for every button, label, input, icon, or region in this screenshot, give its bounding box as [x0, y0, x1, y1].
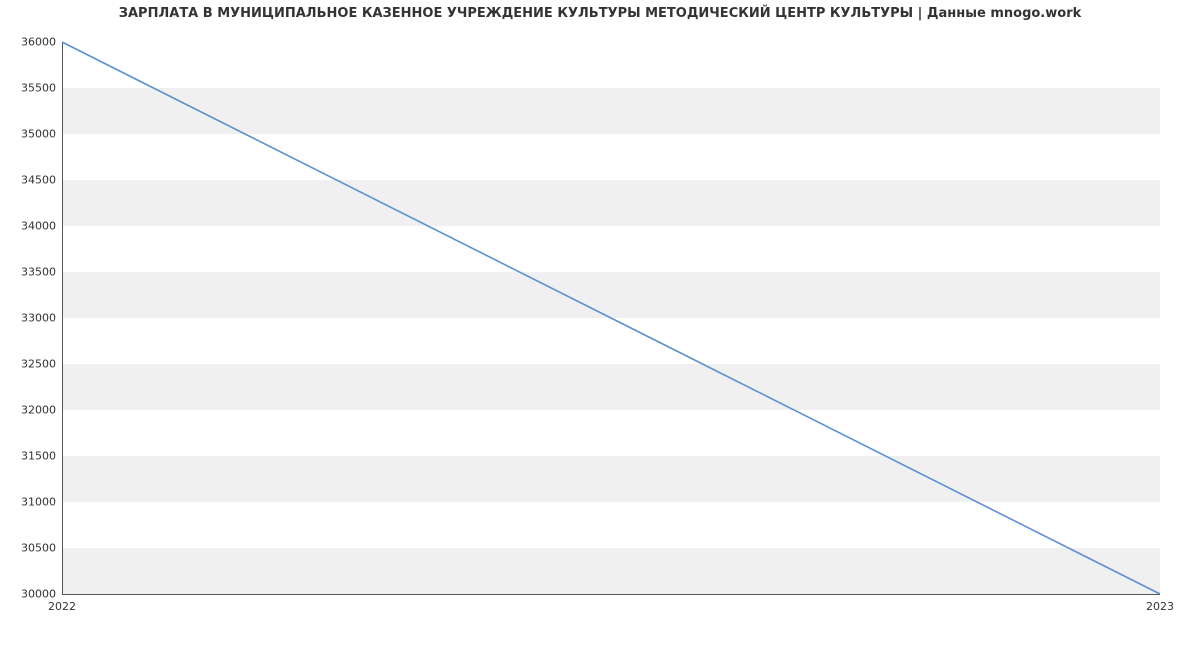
x-tick-label: 2023: [1146, 600, 1174, 613]
y-tick-label: 33000: [21, 312, 56, 325]
y-tick-label: 33500: [21, 266, 56, 279]
y-tick-label: 31500: [21, 450, 56, 463]
y-tick-label: 34000: [21, 220, 56, 233]
y-tick-label: 30500: [21, 542, 56, 555]
y-tick-label: 35500: [21, 82, 56, 95]
y-tick-label: 32000: [21, 404, 56, 417]
chart-container: ЗАРПЛАТА В МУНИЦИПАЛЬНОЕ КАЗЕННОЕ УЧРЕЖД…: [0, 0, 1200, 650]
x-tick-label: 2022: [48, 600, 76, 613]
chart-title: ЗАРПЛАТА В МУНИЦИПАЛЬНОЕ КАЗЕННОЕ УЧРЕЖД…: [0, 6, 1200, 21]
y-tick-label: 34500: [21, 174, 56, 187]
y-tick-label: 32500: [21, 358, 56, 371]
y-tick-label: 30000: [21, 588, 56, 601]
y-tick-label: 31000: [21, 496, 56, 509]
y-tick-label: 36000: [21, 36, 56, 49]
data-line: [62, 42, 1160, 594]
y-tick-label: 35000: [21, 128, 56, 141]
plot-area: 3000030500310003150032000325003300033500…: [62, 42, 1160, 595]
line-series: [62, 42, 1160, 594]
